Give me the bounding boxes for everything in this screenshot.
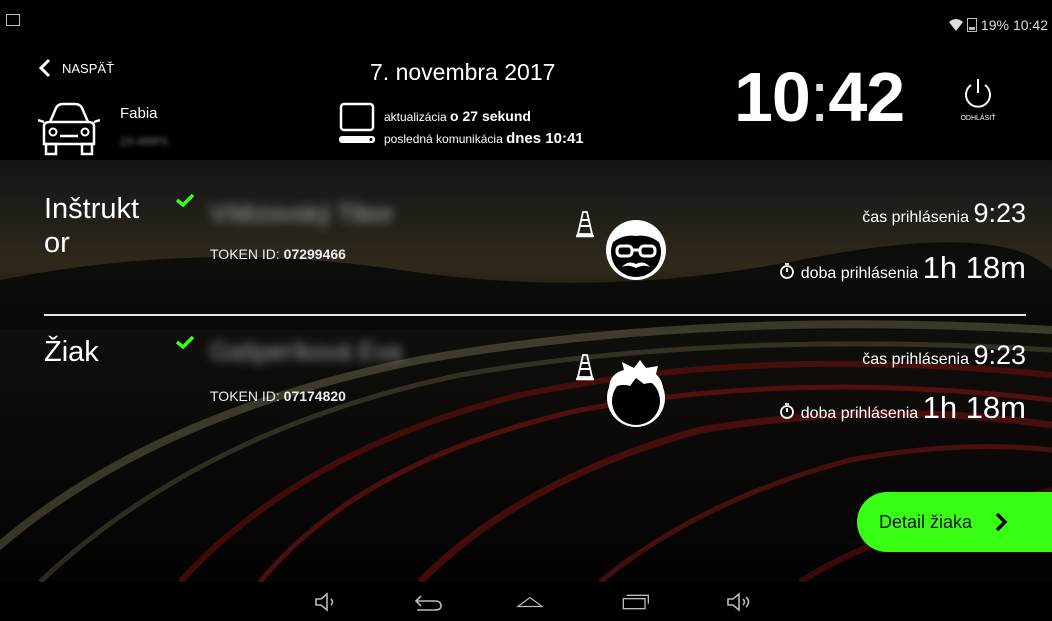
stopwatch-icon <box>779 263 794 279</box>
logout-button[interactable]: ODHLÁSIŤ <box>948 76 1008 122</box>
chevron-right-icon <box>995 512 1008 532</box>
back-chevron-icon <box>38 58 51 78</box>
back-icon[interactable] <box>413 592 443 612</box>
clock: 10:42 <box>734 62 905 132</box>
stopwatch-icon <box>779 403 794 419</box>
car-plate: ZA 488FK <box>120 136 169 148</box>
student-duration: doba prihlásenia 1h 18m <box>779 390 1026 426</box>
instructor-face-icon <box>606 220 666 280</box>
last-comm-value: dnes 10:41 <box>506 130 584 147</box>
volume-down-icon[interactable] <box>313 592 343 612</box>
token-prefix: TOKEN ID: <box>210 246 284 262</box>
home-icon[interactable] <box>515 592 545 612</box>
current-date: 7. novembra 2017 <box>370 59 556 85</box>
row-divider <box>44 314 1026 316</box>
update-prefix: aktualizácia <box>384 110 447 124</box>
instructor-token: TOKEN ID: 07299466 <box>210 246 346 262</box>
image-notification-icon <box>6 14 20 26</box>
check-icon <box>176 335 194 349</box>
instructor-role-label: Inštrukt or <box>44 193 139 260</box>
update-status: aktualizácia o 27 sekund <box>384 108 531 124</box>
power-icon <box>965 79 991 108</box>
student-login-time: čas prihlásenia 9:23 <box>862 340 1026 371</box>
last-communication: posledná komunikácia dnes 10:41 <box>384 130 584 147</box>
instructor-name: Vítězovský Tibor <box>210 200 394 228</box>
token-prefix: TOKEN ID: <box>210 388 284 404</box>
instructor-duration: doba prihlásenia 1h 18m <box>779 250 1026 286</box>
login-value: 9:23 <box>973 198 1026 228</box>
app-screen: 19% 10:42 NASPÄŤ Fabia ZA 488FK 7. novem… <box>0 0 1052 621</box>
role-line-2: or <box>44 226 70 259</box>
student-token: TOKEN ID: 07174820 <box>210 388 346 404</box>
battery-icon <box>966 18 977 32</box>
clock-hours: 10 <box>734 58 811 136</box>
header: NASPÄŤ Fabia ZA 488FK 7. novembra 2017 a… <box>0 40 1052 160</box>
clock-minutes: 42 <box>828 58 905 136</box>
status-bar: 19% 10:42 <box>0 0 1052 40</box>
student-detail-button[interactable]: Detail žiaka <box>857 492 1052 552</box>
duration-value: 1h 18m <box>922 390 1026 425</box>
system-navigation-bar <box>0 582 1052 621</box>
clock-separator: : <box>809 58 829 136</box>
status-time: 10:42 <box>1012 17 1048 33</box>
instructor-login-time: čas prihlásenia 9:23 <box>862 198 1026 229</box>
volume-up-icon[interactable] <box>725 592 755 612</box>
recents-icon[interactable] <box>620 592 650 612</box>
token-id: 07299466 <box>283 246 346 262</box>
duration-value: 1h 18m <box>922 250 1026 285</box>
detail-button-label: Detail žiaka <box>879 511 973 532</box>
update-value: o 27 sekund <box>450 108 531 124</box>
traffic-cone-icon <box>576 354 594 381</box>
duration-label: doba prihlásenia <box>800 265 923 282</box>
wifi-icon <box>948 19 963 31</box>
back-label: NASPÄŤ <box>62 60 115 76</box>
duration-label: doba prihlásenia <box>800 405 923 422</box>
last-comm-prefix: posledná komunikácia <box>384 132 503 146</box>
login-label: čas prihlásenia <box>862 351 974 368</box>
login-value: 9:23 <box>973 340 1026 370</box>
car-icon <box>38 102 100 156</box>
check-icon <box>176 193 194 207</box>
car-name: Fabia <box>120 105 158 122</box>
role-line-1: Inštrukt <box>44 193 140 225</box>
logout-label: ODHLÁSIŤ <box>960 115 996 122</box>
computer-icon <box>339 102 375 143</box>
traffic-cone-icon <box>576 211 594 238</box>
student-name: Gašperíková Eva <box>210 338 402 366</box>
student-role-label: Žiak <box>44 336 99 368</box>
student-face-icon <box>607 360 665 427</box>
battery-percent: 19% <box>980 17 1009 33</box>
login-label: čas prihlásenia <box>862 209 974 226</box>
token-id: 07174820 <box>283 388 346 404</box>
back-button[interactable]: NASPÄŤ <box>38 58 114 78</box>
status-icons: 19% 10:42 <box>948 17 1048 33</box>
